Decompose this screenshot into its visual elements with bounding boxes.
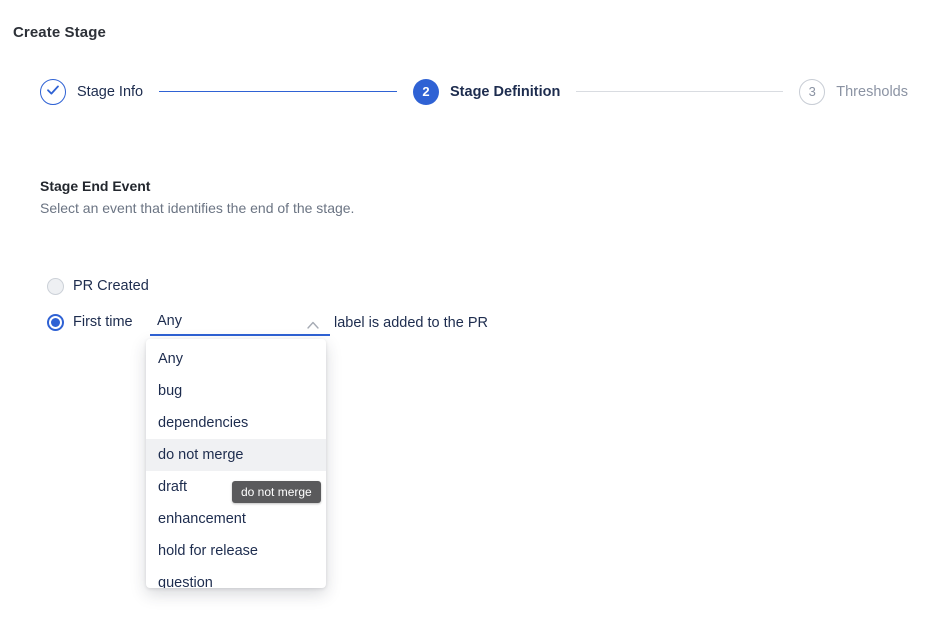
radio-first-time[interactable]	[47, 314, 64, 331]
step-1-label: Stage Info	[77, 84, 143, 100]
radio-dot	[51, 318, 60, 327]
radio-option-first-time[interactable]: First time	[47, 313, 133, 331]
step-2-label: Stage Definition	[450, 84, 560, 100]
dropdown-option[interactable]: enhancement	[146, 503, 326, 535]
step-1-circle	[40, 79, 66, 105]
label-select-value: Any	[157, 313, 182, 329]
page-title: Create Stage	[13, 24, 106, 41]
dropdown-option[interactable]: do not merge	[146, 439, 326, 471]
step-2-circle: 2	[413, 79, 439, 105]
section-heading: Stage End Event	[40, 178, 150, 194]
stepper-connector-completed	[159, 91, 397, 92]
step-3-label: Thresholds	[836, 84, 908, 100]
stepper-step-thresholds[interactable]: 3 Thresholds	[799, 79, 908, 105]
select-suffix-text: label is added to the PR	[334, 315, 488, 331]
dropdown-option[interactable]: hold for release	[146, 535, 326, 567]
tooltip: do not merge	[232, 481, 321, 503]
stepper-step-stage-definition[interactable]: 2 Stage Definition	[413, 79, 560, 105]
section-description: Select an event that identifies the end …	[40, 200, 354, 216]
create-stage-page: Create Stage Stage Info 2 Stage Definiti…	[0, 0, 948, 619]
radio-first-time-label: First time	[73, 314, 133, 330]
dropdown-option[interactable]: question	[146, 567, 326, 588]
stepper: Stage Info 2 Stage Definition 3 Threshol…	[40, 78, 908, 105]
radio-pr-created-label: PR Created	[73, 278, 149, 294]
step-3-circle: 3	[799, 79, 825, 105]
radio-option-pr-created[interactable]: PR Created	[47, 277, 149, 295]
check-icon	[46, 84, 60, 99]
stepper-connector-upcoming	[576, 91, 783, 92]
label-dropdown-menu: Anybugdependenciesdo not mergedraftenhan…	[146, 339, 326, 588]
dropdown-option[interactable]: bug	[146, 375, 326, 407]
chevron-up-icon	[306, 317, 320, 327]
stepper-step-stage-info[interactable]: Stage Info	[40, 79, 143, 105]
radio-pr-created[interactable]	[47, 278, 64, 295]
label-select[interactable]: Any	[150, 310, 330, 336]
dropdown-option[interactable]: dependencies	[146, 407, 326, 439]
dropdown-option[interactable]: Any	[146, 343, 326, 375]
